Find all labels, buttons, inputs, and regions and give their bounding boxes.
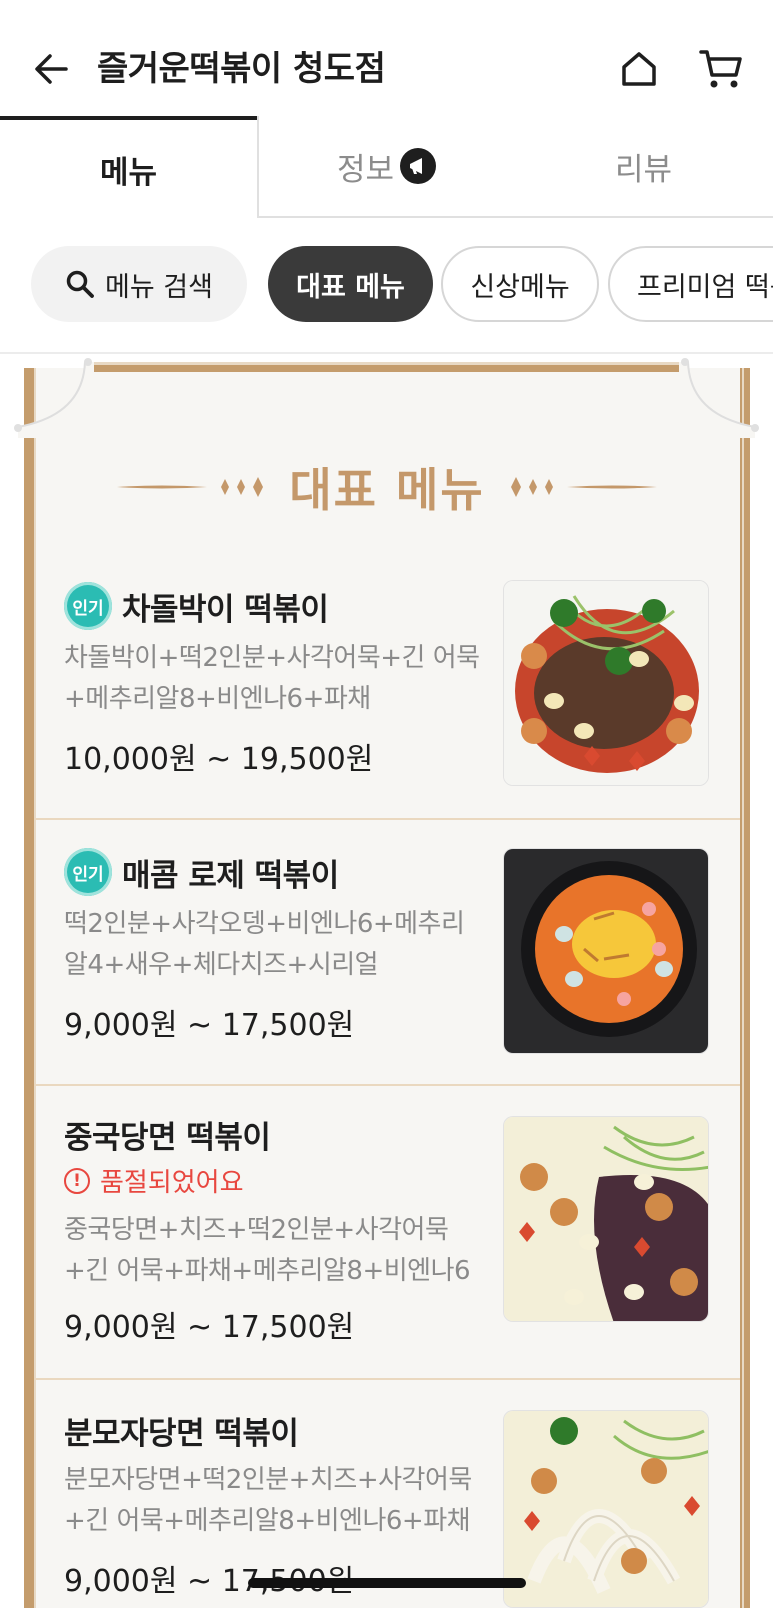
menu-item[interactable]: 분모자당면 떡볶이 분모자당면+떡2인분+치즈+사각어묵+긴 어묵+메추리알8+… (34, 1394, 740, 1608)
frame-top-border (86, 362, 687, 372)
home-icon (622, 52, 656, 86)
chip-premium-menu[interactable]: 프리미엄 떡볶 (608, 246, 773, 322)
tab-menu[interactable]: 메뉴 (0, 116, 257, 218)
item-name-row: 인기 차돌박이 떡볶이 (64, 582, 329, 630)
item-price: 9,000원 ~ 17,500원 (64, 1310, 355, 1345)
item-description: 분모자당면+떡2인분+치즈+사각어묵+긴 어묵+메추리알8+비엔나6+파채 (64, 1465, 472, 1536)
home-button[interactable] (614, 44, 664, 94)
category-chips: 메뉴 검색 대표 메뉴 신상메뉴 프리미엄 떡볶 (0, 246, 773, 322)
chip-new-menu[interactable]: 신상메뉴 (441, 246, 599, 322)
heading-ornament-left (117, 477, 264, 497)
frame-corner-left (14, 358, 94, 438)
menu-item[interactable]: 인기 차돌박이 떡볶이 차돌박이+떡2인분+사각어묵+긴 어묵+메추리알8+비엔… (34, 566, 740, 816)
item-name: 차돌박이 떡볶이 (122, 591, 329, 628)
back-button[interactable] (28, 46, 74, 92)
item-photo (503, 1410, 709, 1608)
item-name-row: 중국당면 떡볶이 (64, 1112, 271, 1157)
item-divider (34, 818, 740, 820)
item-description: 떡2인분+사각오뎅+비엔나6+메추리알4+새우+체다치즈+시리얼 (64, 909, 465, 980)
item-photo (503, 580, 709, 786)
item-name-row: 인기 매콤 로제 떡볶이 (64, 848, 339, 896)
cart-icon (699, 50, 742, 88)
menu-search-button[interactable]: 메뉴 검색 (31, 246, 247, 322)
section-heading: 대표 메뉴 (34, 452, 740, 522)
tab-menu-label: 메뉴 (99, 154, 158, 191)
tab-info[interactable]: 정보 (257, 116, 514, 218)
store-tabs: 메뉴 정보 리뷰 (0, 116, 773, 218)
popular-badge: 인기 (64, 582, 112, 630)
app-header: 즐거운떡볶이 청도점 (0, 0, 773, 116)
item-photo (503, 848, 709, 1054)
item-name: 중국당면 떡볶이 (64, 1120, 271, 1156)
soldout-status: ! 품절되었어요 (64, 1162, 244, 1199)
megaphone-icon (400, 148, 437, 184)
search-icon (66, 270, 94, 298)
menu-item[interactable]: 중국당면 떡볶이 ! 품절되었어요 중국당면+치즈+떡2인분+사각어묵+긴 어묵… (34, 1100, 740, 1370)
home-indicator (248, 1578, 526, 1588)
item-divider (34, 1084, 740, 1086)
section-heading-text: 대표 메뉴 (289, 463, 485, 517)
heading-ornament-right (510, 477, 657, 497)
arrow-left-icon (35, 54, 68, 84)
menu-search-label: 메뉴 검색 (105, 271, 213, 303)
item-description: 중국당면+치즈+떡2인분+사각어묵+긴 어묵+파채+메추리알8+비엔나6 (64, 1215, 471, 1286)
item-photo (503, 1116, 709, 1322)
item-price: 9,000원 ~ 17,500원 (64, 1008, 355, 1043)
item-name-row: 분모자당면 떡볶이 (64, 1408, 299, 1453)
frame-corner-right (679, 358, 759, 438)
tab-info-label: 정보 (336, 151, 395, 188)
item-divider (34, 1378, 740, 1380)
item-name: 매콤 로제 떡볶이 (122, 857, 339, 894)
item-description: 차돌박이+떡2인분+사각어묵+긴 어묵+메추리알8+비엔나6+파채 (64, 643, 480, 714)
item-name: 분모자당면 떡볶이 (64, 1416, 299, 1452)
cart-button[interactable] (695, 44, 747, 94)
chip-representative-menu[interactable]: 대표 메뉴 (268, 246, 433, 322)
soldout-text: 품절되었어요 (100, 1168, 244, 1198)
menu-item[interactable]: 인기 매콤 로제 떡볶이 떡2인분+사각오뎅+비엔나6+메추리알4+새우+체다치… (34, 834, 740, 1084)
tab-review[interactable]: 리뷰 (514, 116, 773, 218)
popular-badge: 인기 (64, 848, 112, 896)
alert-icon: ! (64, 1167, 90, 1194)
item-price: 10,000원 ~ 19,500원 (64, 742, 374, 777)
store-title: 즐거운떡볶이 청도점 (97, 49, 386, 89)
tab-review-label: 리뷰 (614, 151, 673, 188)
